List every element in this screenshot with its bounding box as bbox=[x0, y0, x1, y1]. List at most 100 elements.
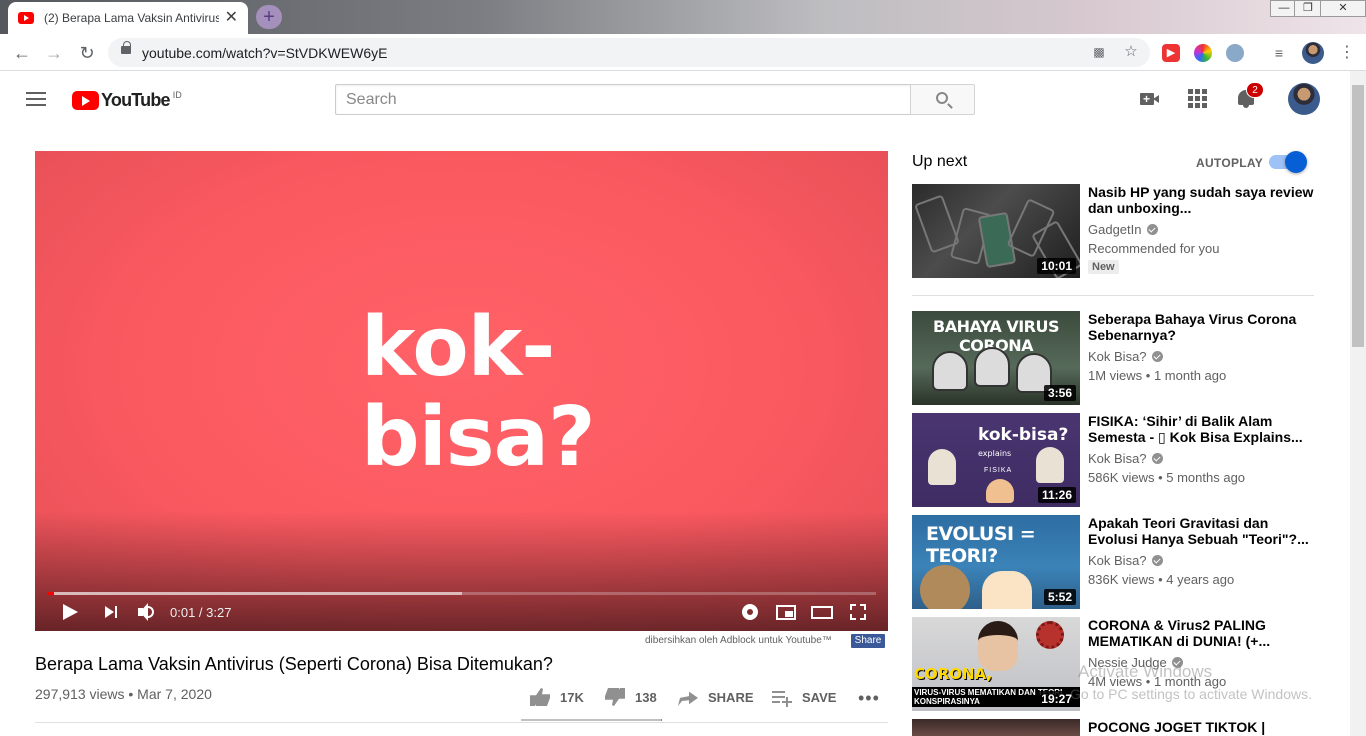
apps-grid-icon[interactable] bbox=[1186, 87, 1210, 111]
notifications-bell-icon[interactable]: 2 bbox=[1234, 82, 1264, 111]
channel-name[interactable]: Kok Bisa? bbox=[1088, 451, 1147, 466]
address-bar[interactable]: youtube.com/watch?v=StVDKWEW6yE ▩ ☆ bbox=[108, 38, 1150, 67]
play-button[interactable] bbox=[58, 600, 82, 624]
fullscreen-button[interactable] bbox=[846, 600, 870, 624]
video-thumbnail[interactable]: kok-bisa? explains FISIKA 11:26 bbox=[912, 413, 1080, 507]
recommendation-card[interactable]: EVOLUSI = TEORI? 5:52 Apakah Teori Gravi… bbox=[912, 515, 1332, 609]
thumbnail-caption-main: kok-bisa? bbox=[978, 425, 1069, 445]
page-scrollbar[interactable] bbox=[1350, 71, 1366, 736]
search-input[interactable] bbox=[336, 85, 911, 114]
new-tab-button[interactable]: + bbox=[256, 5, 282, 29]
gear-icon bbox=[742, 604, 758, 620]
extension-red-icon[interactable]: ▶ bbox=[1162, 44, 1180, 62]
youtube-logo[interactable]: YouTube ID bbox=[72, 90, 182, 111]
reload-icon[interactable]: ↻ bbox=[75, 41, 99, 65]
up-next-heading: Up next bbox=[912, 153, 968, 170]
recommendation-title[interactable]: CORONA & Virus2 PALING MEMATIKAN di DUNI… bbox=[1088, 617, 1318, 649]
channel-name[interactable]: Kok Bisa? bbox=[1088, 349, 1147, 364]
recommendation-card[interactable]: CORONA, VIRUS-VIRUS MEMATIKAN DAN TEORI … bbox=[912, 617, 1332, 711]
next-button[interactable] bbox=[99, 600, 123, 624]
extension-blue-icon[interactable] bbox=[1226, 44, 1244, 62]
video-player[interactable]: kok- bisa? 0:01 / 3:27 bbox=[35, 151, 888, 631]
recommendation-title[interactable]: FISIKA: ‘Sihir’ di Balik Alam Semesta - … bbox=[1088, 413, 1318, 445]
channel-name[interactable]: Kok Bisa? bbox=[1088, 553, 1147, 568]
duration-badge: 10:01 bbox=[1037, 258, 1076, 274]
section-divider bbox=[912, 295, 1314, 296]
search-button[interactable] bbox=[910, 84, 975, 115]
thumbs-up-icon bbox=[530, 688, 550, 706]
duration-badge: 5:52 bbox=[1043, 589, 1076, 605]
save-label: SAVE bbox=[802, 689, 837, 705]
divider bbox=[35, 722, 888, 723]
autoplay-toggle-knob bbox=[1285, 151, 1307, 173]
dislike-button[interactable]: 138 bbox=[605, 686, 657, 708]
profile-avatar[interactable] bbox=[1302, 42, 1324, 64]
video-thumbnail[interactable]: 10:01 bbox=[912, 184, 1080, 278]
more-actions-icon[interactable]: ••• bbox=[858, 688, 880, 709]
recommendation-card[interactable]: POCONG JOGET TIKTOK | bbox=[912, 719, 1332, 736]
video-frame-text-line1: kok- bbox=[361, 300, 555, 395]
recommendation-title[interactable]: Nasib HP yang sudah saya review dan unbo… bbox=[1088, 184, 1318, 216]
progress-bar[interactable] bbox=[47, 592, 876, 595]
youtube-favicon-icon bbox=[18, 12, 34, 24]
dislike-count: 138 bbox=[635, 689, 657, 705]
thumbnail-face bbox=[978, 621, 1018, 671]
recommendation-card[interactable]: 10:01 Nasib HP yang sudah saya review da… bbox=[912, 184, 1332, 278]
recommendation-stats: 836K views • 4 years ago bbox=[1088, 572, 1235, 587]
forward-arrow-icon[interactable]: → bbox=[42, 41, 66, 65]
channel-name[interactable]: Nessie Judge bbox=[1088, 655, 1167, 670]
view-count-date: 297,913 views • Mar 7, 2020 bbox=[35, 686, 212, 702]
adblock-share-button[interactable]: Share bbox=[851, 634, 885, 648]
verified-check-icon bbox=[1151, 351, 1163, 362]
playlist-add-icon bbox=[772, 688, 792, 707]
duration-badge: 19:27 bbox=[1037, 691, 1076, 707]
miniplayer-button[interactable] bbox=[774, 600, 798, 624]
video-thumbnail[interactable]: BAHAYA VIRUS CORONA 3:56 bbox=[912, 311, 1080, 405]
buffered-progress bbox=[47, 592, 462, 595]
recommendation-title[interactable]: POCONG JOGET TIKTOK | bbox=[1088, 719, 1318, 735]
mute-button[interactable] bbox=[135, 600, 159, 624]
recommendation-card[interactable]: BAHAYA VIRUS CORONA 3:56 Seberapa Bahaya… bbox=[912, 311, 1332, 405]
recommendation-card[interactable]: kok-bisa? explains FISIKA 11:26 FISIKA: … bbox=[912, 413, 1332, 507]
scrollbar-thumb[interactable] bbox=[1352, 85, 1364, 347]
guide-menu-icon[interactable] bbox=[26, 92, 46, 106]
tab-close-icon[interactable]: ✕ bbox=[225, 10, 238, 26]
video-thumbnail[interactable]: CORONA, VIRUS-VIRUS MEMATIKAN DAN TEORI … bbox=[912, 617, 1080, 711]
like-count: 17K bbox=[560, 689, 584, 705]
account-avatar[interactable] bbox=[1288, 83, 1320, 115]
verified-check-icon bbox=[1146, 224, 1158, 235]
restore-button[interactable]: ❐ bbox=[1294, 0, 1322, 17]
youtube-masthead: YouTube ID + 2 bbox=[0, 71, 1350, 127]
video-thumbnail[interactable] bbox=[912, 719, 1080, 736]
translate-icon[interactable]: ▩ bbox=[1090, 43, 1108, 61]
bookmark-star-icon[interactable]: ☆ bbox=[1122, 43, 1140, 61]
recommendation-title[interactable]: Apakah Teori Gravitasi dan Evolusi Hanya… bbox=[1088, 515, 1318, 547]
thumbs-down-icon bbox=[605, 688, 625, 706]
extension-color-icon[interactable] bbox=[1194, 44, 1212, 62]
search-box bbox=[335, 84, 911, 115]
browser-tab[interactable]: (2) Berapa Lama Vaksin Antivirus ✕ bbox=[8, 2, 248, 34]
share-button[interactable]: SHARE bbox=[678, 686, 754, 708]
close-window-button[interactable]: ✕ bbox=[1320, 0, 1366, 17]
channel-name[interactable]: GadgetIn bbox=[1088, 222, 1142, 237]
like-button[interactable]: 17K bbox=[530, 686, 584, 708]
recommendation-title[interactable]: Seberapa Bahaya Virus Corona Sebenarnya? bbox=[1088, 311, 1318, 343]
time-display: 0:01 / 3:27 bbox=[170, 605, 232, 620]
media-queue-icon[interactable]: ≡ bbox=[1270, 44, 1288, 62]
recommendation-stats: 586K views • 5 months ago bbox=[1088, 470, 1246, 485]
like-sentiment-bar bbox=[521, 719, 662, 721]
new-badge: New bbox=[1088, 260, 1119, 274]
miniplayer-icon bbox=[776, 605, 796, 620]
theater-mode-button[interactable] bbox=[810, 600, 834, 624]
create-video-icon[interactable]: + bbox=[1138, 87, 1162, 111]
share-label: SHARE bbox=[708, 689, 754, 705]
virus-icon bbox=[1036, 621, 1064, 649]
back-arrow-icon[interactable]: ← bbox=[10, 41, 34, 65]
video-title: Berapa Lama Vaksin Antivirus (Seperti Co… bbox=[35, 654, 553, 674]
url-text[interactable]: youtube.com/watch?v=StVDKWEW6yE bbox=[142, 45, 388, 61]
chrome-menu-icon[interactable]: ⋮ bbox=[1338, 44, 1356, 62]
autoplay-toggle[interactable] bbox=[1269, 151, 1307, 173]
video-thumbnail[interactable]: EVOLUSI = TEORI? 5:52 bbox=[912, 515, 1080, 609]
save-button[interactable]: SAVE bbox=[772, 686, 836, 708]
settings-button[interactable] bbox=[738, 600, 762, 624]
